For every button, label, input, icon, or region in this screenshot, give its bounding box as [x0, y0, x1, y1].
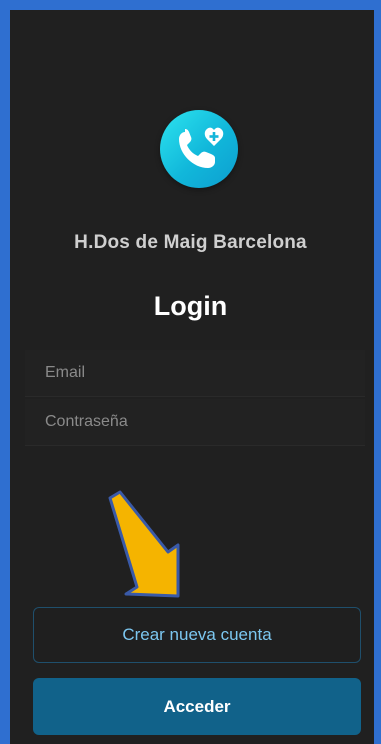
- email-field[interactable]: [25, 350, 365, 396]
- password-field[interactable]: [25, 399, 365, 445]
- arrow-down-left-icon: [108, 490, 180, 598]
- login-screen: H.Dos de Maig Barcelona Login Crear nuev…: [10, 10, 374, 744]
- app-logo: [160, 110, 238, 188]
- hospital-name: H.Dos de Maig Barcelona: [74, 232, 307, 253]
- login-button[interactable]: Acceder: [33, 678, 361, 735]
- email-field-container: [25, 350, 365, 397]
- password-field-container: [25, 399, 365, 446]
- page-title: Login: [153, 291, 228, 321]
- create-account-button[interactable]: Crear nueva cuenta: [33, 607, 361, 663]
- phone-with-heart-icon: [179, 127, 224, 168]
